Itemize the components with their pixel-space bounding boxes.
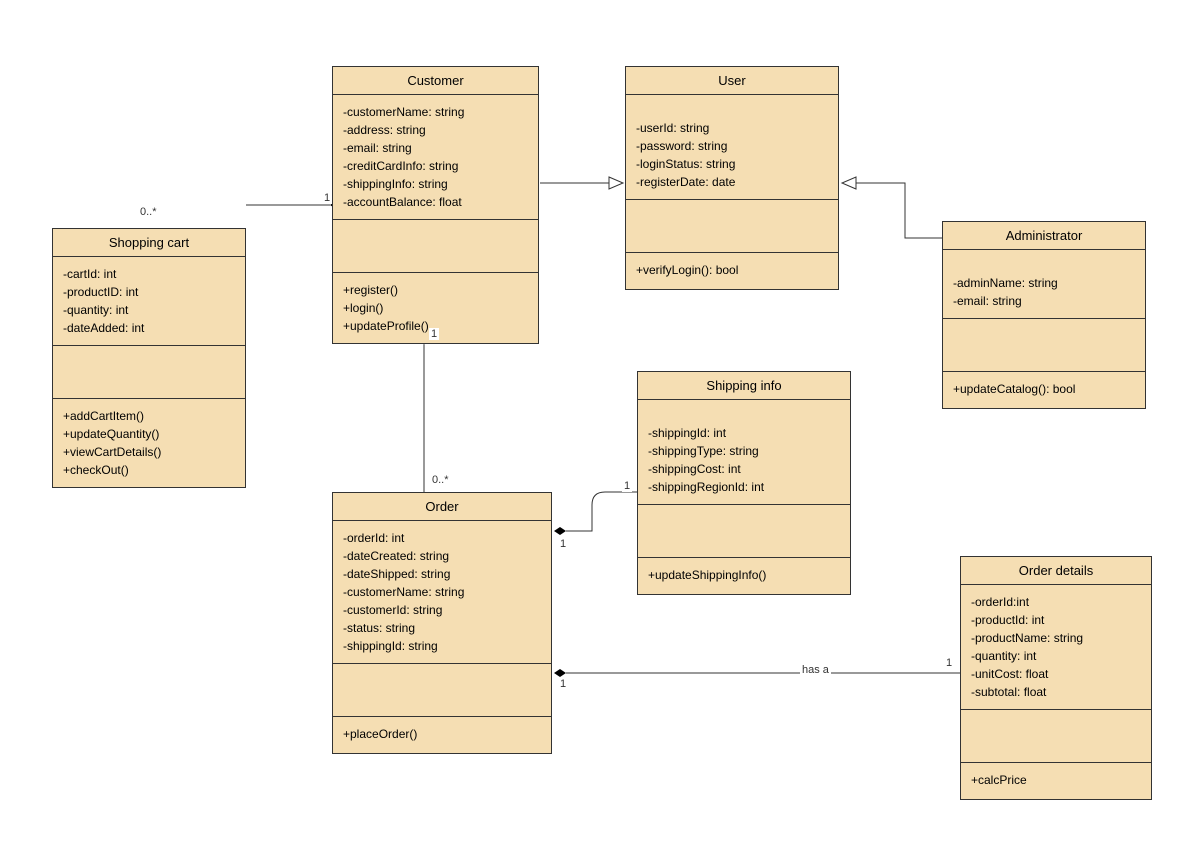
mult-label: 0..* [430, 474, 451, 486]
class-administrator[interactable]: Administrator -adminName: string -email:… [942, 221, 1146, 409]
class-title: Administrator [943, 222, 1145, 250]
mult-label: 1 [558, 538, 568, 550]
class-title: Shopping cart [53, 229, 245, 257]
attributes-section: -shippingId: int -shippingType: string -… [638, 400, 850, 505]
class-order[interactable]: Order -orderId: int -dateCreated: string… [332, 492, 552, 754]
mult-label: 1 [322, 192, 332, 204]
methods-section: +addCartItem() +updateQuantity() +viewCa… [53, 399, 245, 487]
attributes-section: -orderId:int -productId: int -productNam… [961, 585, 1151, 710]
methods-section: +updateShippingInfo() [638, 558, 850, 594]
attributes-section: -adminName: string -email: string [943, 250, 1145, 319]
class-user[interactable]: User -userId: string -password: string -… [625, 66, 839, 290]
class-customer[interactable]: Customer -customerName: string -address:… [332, 66, 539, 344]
class-shipping-info[interactable]: Shipping info -shippingId: int -shipping… [637, 371, 851, 595]
class-order-details[interactable]: Order details -orderId:int -productId: i… [960, 556, 1152, 800]
mult-label: 1 [429, 328, 439, 340]
mult-label: 1 [558, 678, 568, 690]
methods-section: +verifyLogin(): bool [626, 253, 838, 289]
class-shopping-cart[interactable]: Shopping cart -cartId: int -productID: i… [52, 228, 246, 488]
class-title: Order details [961, 557, 1151, 585]
methods-section: +updateCatalog(): bool [943, 372, 1145, 408]
class-title: Customer [333, 67, 538, 95]
methods-section: +calcPrice [961, 763, 1151, 799]
attributes-section: -orderId: int -dateCreated: string -date… [333, 521, 551, 664]
mult-label: 0..* [138, 206, 159, 218]
attributes-section: -cartId: int -productID: int -quantity: … [53, 257, 245, 346]
relation-label: has a [800, 664, 831, 676]
attributes-section: -customerName: string -address: string -… [333, 95, 538, 220]
methods-section: +placeOrder() [333, 717, 551, 753]
attributes-section: -userId: string -password: string -login… [626, 95, 838, 200]
mult-label: 1 [622, 480, 632, 492]
mult-label: 1 [944, 657, 954, 669]
class-title: User [626, 67, 838, 95]
class-title: Shipping info [638, 372, 850, 400]
class-title: Order [333, 493, 551, 521]
